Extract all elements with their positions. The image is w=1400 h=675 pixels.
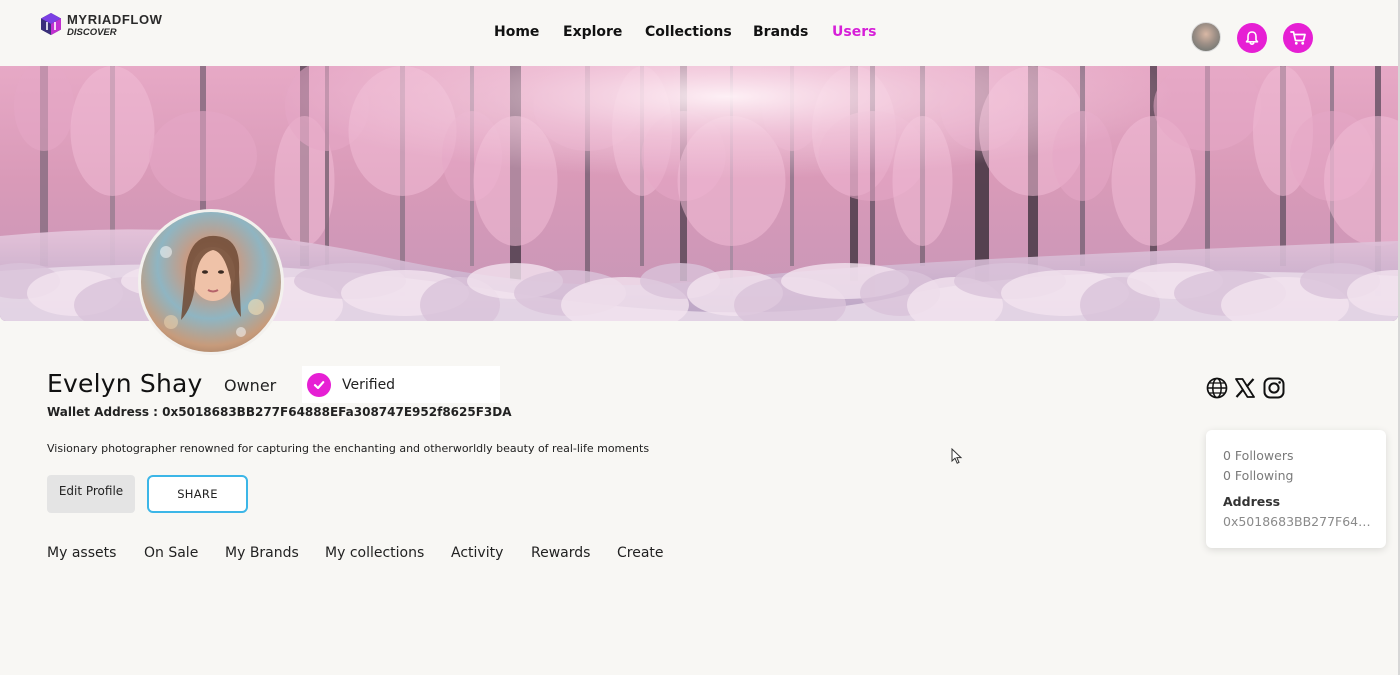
profile-avatar[interactable] bbox=[138, 209, 284, 355]
instagram-icon[interactable] bbox=[1262, 376, 1286, 400]
tab-my-assets[interactable]: My assets bbox=[47, 545, 116, 561]
bell-icon bbox=[1245, 31, 1259, 45]
nav-brands[interactable]: Brands bbox=[753, 24, 808, 40]
tab-activity[interactable]: Activity bbox=[451, 545, 503, 561]
edit-profile-button[interactable]: Edit Profile bbox=[47, 475, 135, 513]
tab-create[interactable]: Create bbox=[617, 545, 664, 561]
main-nav: Home Explore Collections Brands Users bbox=[0, 24, 1400, 46]
user-avatar[interactable] bbox=[1191, 22, 1221, 52]
address-value: 0x5018683BB277F648... bbox=[1223, 514, 1373, 529]
mouse-cursor-icon bbox=[951, 448, 963, 464]
notifications-button[interactable] bbox=[1237, 23, 1267, 53]
tab-rewards[interactable]: Rewards bbox=[531, 545, 590, 561]
verified-label: Verified bbox=[342, 376, 396, 393]
nav-users[interactable]: Users bbox=[832, 24, 876, 40]
cart-button[interactable] bbox=[1283, 23, 1313, 53]
tab-my-brands[interactable]: My Brands bbox=[225, 545, 299, 561]
globe-icon[interactable] bbox=[1205, 376, 1229, 400]
share-button[interactable]: SHARE bbox=[147, 475, 248, 513]
profile-role: Owner bbox=[224, 376, 277, 395]
cart-icon bbox=[1289, 31, 1306, 45]
address-label: Address bbox=[1223, 494, 1281, 509]
nav-explore[interactable]: Explore bbox=[563, 24, 622, 40]
profile-tabs: My assets On Sale My Brands My collectio… bbox=[0, 545, 700, 565]
nav-collections[interactable]: Collections bbox=[645, 24, 732, 40]
verified-check-icon bbox=[307, 372, 331, 397]
followers-count[interactable]: 0 Followers bbox=[1223, 448, 1386, 468]
profile-portrait-image bbox=[160, 235, 264, 337]
profile-bio: Visionary photographer renowned for capt… bbox=[47, 442, 650, 455]
profile-stats-card: 0 Followers 0 Following Address 0x501868… bbox=[1206, 430, 1386, 548]
following-count[interactable]: 0 Following bbox=[1223, 468, 1386, 488]
nav-home[interactable]: Home bbox=[494, 24, 539, 40]
tab-my-collections[interactable]: My collections bbox=[325, 545, 424, 561]
profile-name: Evelyn Shay bbox=[47, 369, 203, 398]
wallet-address: Wallet Address : 0x5018683BB277F64888EFa… bbox=[47, 405, 512, 419]
tab-on-sale[interactable]: On Sale bbox=[144, 545, 198, 561]
verified-badge: Verified bbox=[302, 366, 500, 403]
top-header: MYRIADFLOW DISCOVER Home Explore Collect… bbox=[0, 0, 1400, 66]
x-icon[interactable] bbox=[1233, 376, 1257, 400]
